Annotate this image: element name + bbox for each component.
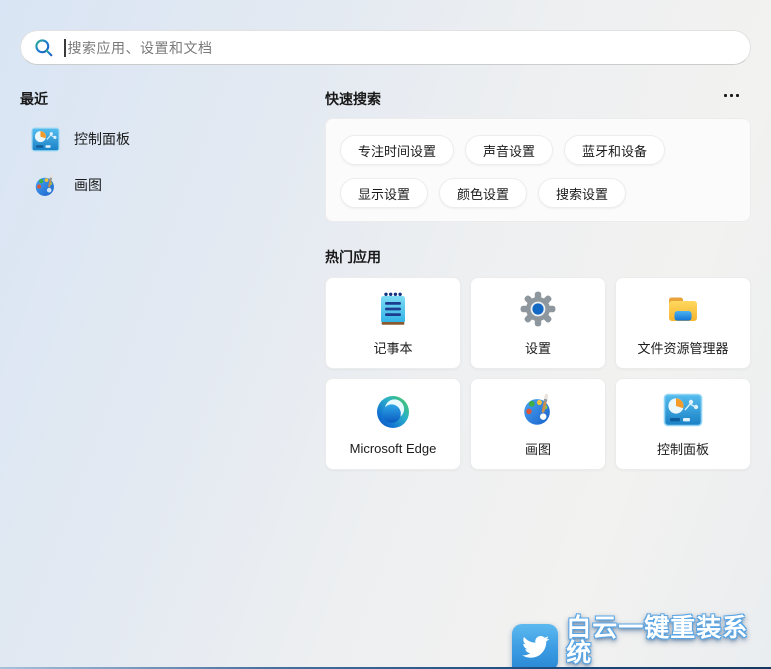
paint-icon [30, 170, 60, 200]
watermark: 白云一键重装系统 www.baiyunxitong.com [512, 616, 771, 669]
app-tile-label: 记事本 [373, 341, 413, 356]
chip-display-settings[interactable]: 显示设置 [340, 178, 429, 208]
recent-item-label: 画图 [74, 177, 102, 193]
quick-search-card: 专注时间设置 声音设置 蓝牙和设备 显示设置 颜色设置 搜索设置 [325, 118, 751, 222]
folder-icon [663, 289, 703, 329]
chip-search-settings[interactable]: 搜索设置 [538, 178, 627, 208]
control-panel-icon [30, 124, 60, 154]
app-tile-label: 文件资源管理器 [637, 341, 729, 356]
search-placeholder: 搜索应用、设置和文档 [67, 39, 213, 56]
recent-item-control-panel[interactable]: 控制面板 [24, 116, 304, 162]
recent-list: 控制面板 画图 [24, 116, 304, 208]
quick-search-title: 快速搜索 [325, 91, 381, 107]
windows-search-panel: 搜索应用、设置和文档 最近 控制面板 画图 快速搜索 专注时间设置 声音设置 蓝… [0, 0, 771, 669]
app-tile-notepad[interactable]: 记事本 [325, 277, 461, 369]
chip-sound-settings[interactable]: 声音设置 [465, 135, 554, 165]
notepad-icon [373, 289, 413, 329]
search-icon [34, 38, 54, 58]
twitter-bird-icon [512, 624, 559, 669]
watermark-title: 白云一键重装系统 [566, 614, 749, 667]
app-tile-label: Microsoft Edge [349, 441, 437, 456]
app-tile-microsoft-edge[interactable]: Microsoft Edge [325, 378, 461, 470]
app-tile-label: 画图 [524, 442, 551, 457]
popular-apps-title: 热门应用 [325, 249, 381, 265]
recent-item-paint[interactable]: 画图 [24, 162, 304, 208]
chip-focus-settings[interactable]: 专注时间设置 [340, 135, 455, 165]
settings-gear-icon [518, 289, 558, 329]
app-tile-label: 设置 [524, 341, 551, 356]
app-tile-label: 控制面板 [656, 442, 709, 457]
recent-section-title: 最近 [20, 91, 48, 107]
app-tile-paint[interactable]: 画图 [470, 378, 606, 470]
chip-color-settings[interactable]: 颜色设置 [439, 178, 528, 208]
app-tile-control-panel[interactable]: 控制面板 [615, 378, 751, 470]
edge-icon [373, 392, 413, 432]
chip-bluetooth-devices[interactable]: 蓝牙和设备 [564, 135, 666, 165]
text-caret [64, 38, 66, 57]
ellipsis-icon[interactable] [718, 86, 744, 104]
search-input[interactable]: 搜索应用、设置和文档 [20, 30, 751, 65]
app-tile-file-explorer[interactable]: 文件资源管理器 [615, 277, 751, 369]
popular-apps-grid: 记事本 设置 文件资源管理器 Microsoft Edge 画图 控制面板 [325, 277, 751, 470]
app-tile-settings[interactable]: 设置 [470, 277, 606, 369]
recent-item-label: 控制面板 [74, 131, 130, 147]
control-panel-icon [663, 390, 703, 430]
paint-icon [518, 390, 558, 430]
